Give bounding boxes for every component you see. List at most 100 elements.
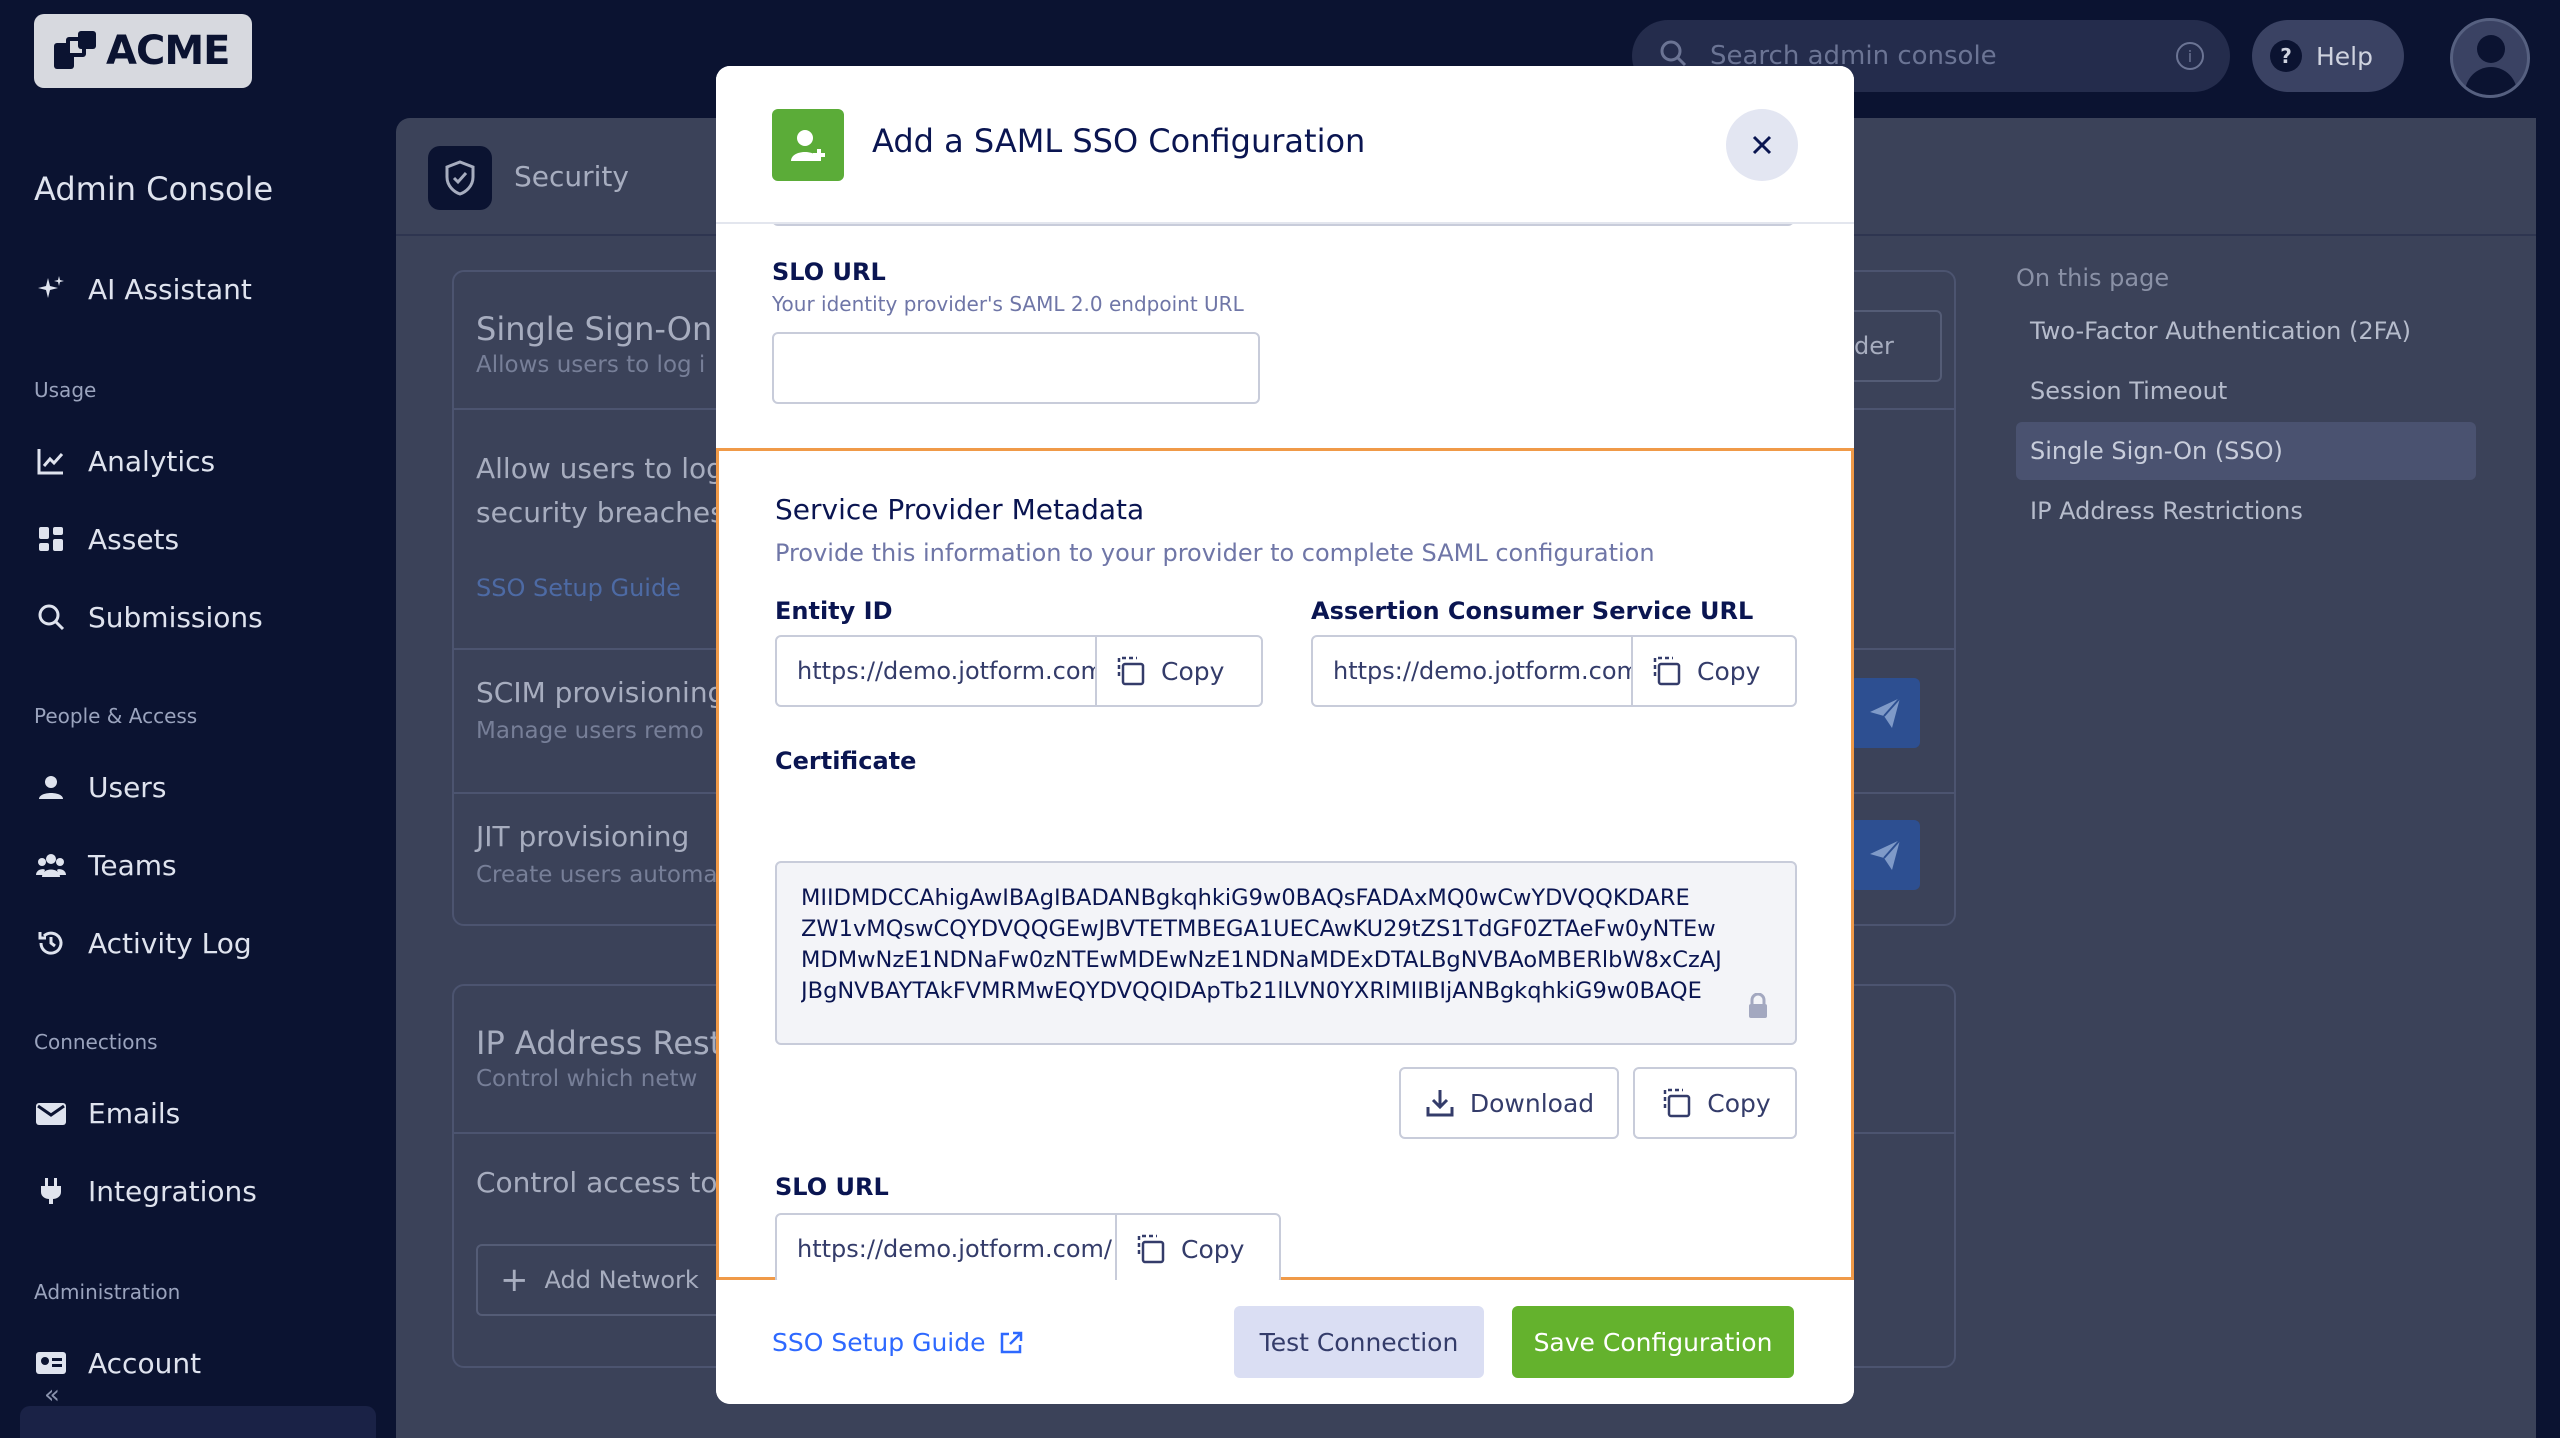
history-icon (34, 926, 68, 960)
sidebar-item-security[interactable] (20, 1406, 376, 1438)
close-icon (1752, 135, 1772, 155)
sidebar-item-label: Integrations (88, 1174, 257, 1208)
sidebar-section-usage: Usage (34, 378, 97, 402)
jit-send-button[interactable] (1850, 820, 1920, 890)
sidebar: ACME Admin Console AI Assistant Usage An… (0, 0, 396, 1438)
guide-link-label: SSO Setup Guide (772, 1328, 986, 1357)
ip-card-subtitle: Control which netw (476, 1066, 698, 1092)
sidebar-item-assets[interactable]: Assets (34, 514, 179, 564)
sp-slo-url-field: https://demo.jotform.com/ Copy (775, 1213, 1281, 1285)
scim-send-button[interactable] (1850, 678, 1920, 748)
modal-title: Add a SAML SSO Configuration (872, 122, 1366, 160)
certificate-textarea[interactable]: MIIDMDCCAhigAwIBAgIBADANBgkqhkiG9w0BAQsF… (775, 861, 1797, 1045)
toc-item-2fa[interactable]: Two-Factor Authentication (2FA) (2016, 302, 2476, 360)
download-certificate-button[interactable]: Download (1399, 1067, 1619, 1139)
sidebar-item-activity-log[interactable]: Activity Log (34, 918, 252, 968)
sso-card-button-label: der (1854, 332, 1894, 360)
copy-icon (1664, 1088, 1691, 1118)
logo-mark-icon (54, 29, 98, 73)
sidebar-section-people: People & Access (34, 704, 198, 728)
sidebar-section-administration: Administration (34, 1280, 181, 1304)
envelope-icon (34, 1096, 68, 1130)
copy-label: Copy (1697, 656, 1761, 686)
sidebar-item-ai-assistant[interactable]: AI Assistant (34, 264, 252, 314)
send-icon (1870, 697, 1901, 728)
idp-slo-url-label: SLO URL (772, 258, 886, 286)
certificate-text: MIIDMDCCAhigAwIBAgIBADANBgkqhkiG9w0BAQsF… (801, 883, 1771, 1007)
chart-line-icon (34, 444, 68, 478)
toc-title: On this page (2016, 264, 2170, 292)
add-user-icon (772, 109, 844, 181)
sidebar-item-users[interactable]: Users (34, 762, 166, 812)
sidebar-item-label: Analytics (88, 444, 216, 478)
lock-icon (1747, 992, 1769, 1023)
close-button[interactable] (1726, 109, 1798, 181)
copy-label: Copy (1707, 1088, 1771, 1118)
help-label: Help (2316, 41, 2373, 71)
acs-url-field: https://demo.jotform.com Copy (1311, 635, 1797, 707)
copy-label: Copy (1181, 1234, 1245, 1264)
copy-certificate-button[interactable]: Copy (1633, 1067, 1797, 1139)
sidebar-item-submissions[interactable]: Submissions (34, 592, 263, 642)
save-configuration-button[interactable]: Save Configuration (1512, 1306, 1794, 1378)
idp-slo-url-input[interactable] (772, 332, 1260, 404)
sidebar-item-label: Account (88, 1346, 202, 1380)
sidebar-item-analytics[interactable]: Analytics (34, 436, 215, 486)
certificate-label: Certificate (775, 747, 917, 775)
team-icon (34, 848, 68, 882)
scim-subtitle: Manage users remo (476, 718, 704, 744)
download-icon (1426, 1090, 1454, 1117)
toc-item-session-timeout[interactable]: Session Timeout (2016, 362, 2476, 420)
sp-metadata-section: Service Provider Metadata Provide this i… (716, 448, 1854, 1285)
scim-title: SCIM provisioning (476, 676, 726, 709)
sso-setup-guide-link[interactable]: SSO Setup Guide (772, 1328, 1024, 1357)
copy-label: Copy (1161, 656, 1225, 686)
acs-url-value[interactable]: https://demo.jotform.com (1313, 637, 1633, 705)
sidebar-item-emails[interactable]: Emails (34, 1088, 180, 1138)
send-icon (1870, 839, 1901, 870)
sidebar-item-teams[interactable]: Teams (34, 840, 177, 890)
shield-icon (428, 146, 492, 210)
console-title: Admin Console (34, 170, 274, 208)
question-icon: ? (2270, 40, 2302, 72)
sidebar-item-integrations[interactable]: Integrations (34, 1166, 257, 1216)
sidebar-item-label: Users (88, 770, 167, 804)
info-icon[interactable]: i (2176, 42, 2204, 70)
help-button[interactable]: ? Help (2252, 20, 2404, 92)
control-text: Control access to (476, 1166, 718, 1199)
modal-header: Add a SAML SSO Configuration (716, 66, 1854, 224)
test-connection-button[interactable]: Test Connection (1234, 1306, 1484, 1378)
download-label: Download (1469, 1088, 1595, 1118)
toc-item-sso[interactable]: Single Sign-On (SSO) (2016, 422, 2476, 480)
allow-text-line1: Allow users to log (476, 452, 724, 485)
search-icon (34, 600, 68, 634)
certificate-line: ZW1vMQswCQYDVQQGEwJBVTETMBEGA1UECAwKU29t… (801, 916, 1716, 942)
sp-slo-url-value[interactable]: https://demo.jotform.com/ (777, 1215, 1117, 1283)
sp-metadata-title: Service Provider Metadata (775, 493, 1145, 526)
sp-slo-url-copy-button[interactable]: Copy (1117, 1215, 1279, 1283)
acs-url-copy-button[interactable]: Copy (1633, 637, 1795, 705)
entity-id-field: https://demo.jotform.com Copy (775, 635, 1263, 707)
collapse-sidebar-icon[interactable]: « (44, 1380, 60, 1410)
user-icon (34, 770, 68, 804)
sparkle-icon (34, 272, 68, 306)
acme-logo[interactable]: ACME (34, 14, 252, 88)
entity-id-value[interactable]: https://demo.jotform.com (777, 637, 1097, 705)
avatar[interactable] (2450, 18, 2530, 98)
add-network-button[interactable]: + Add Network (476, 1244, 736, 1316)
sidebar-item-label: Emails (88, 1096, 181, 1130)
sidebar-item-label: Teams (88, 848, 177, 882)
sso-card-title: Single Sign-On (476, 310, 713, 348)
sidebar-item-label: Submissions (88, 600, 263, 634)
sp-slo-url-label: SLO URL (775, 1173, 889, 1201)
plus-icon: + (500, 1260, 529, 1300)
sso-guide-link-bg[interactable]: SSO Setup Guide (476, 574, 681, 602)
ip-card-title: IP Address Rest (476, 1024, 723, 1062)
copy-icon (1117, 656, 1145, 686)
entity-id-copy-button[interactable]: Copy (1097, 637, 1261, 705)
page-title: Security (514, 160, 629, 193)
sidebar-item-label: Activity Log (88, 926, 252, 960)
saml-config-modal: Add a SAML SSO Configuration SLO URL You… (716, 66, 1854, 1404)
toc-item-ip-restrictions[interactable]: IP Address Restrictions (2016, 482, 2476, 540)
certificate-line: JBgNVBAYTAkFVMRMwEQYDVQQIDApTb21lLVN0YXR… (801, 978, 1702, 1004)
